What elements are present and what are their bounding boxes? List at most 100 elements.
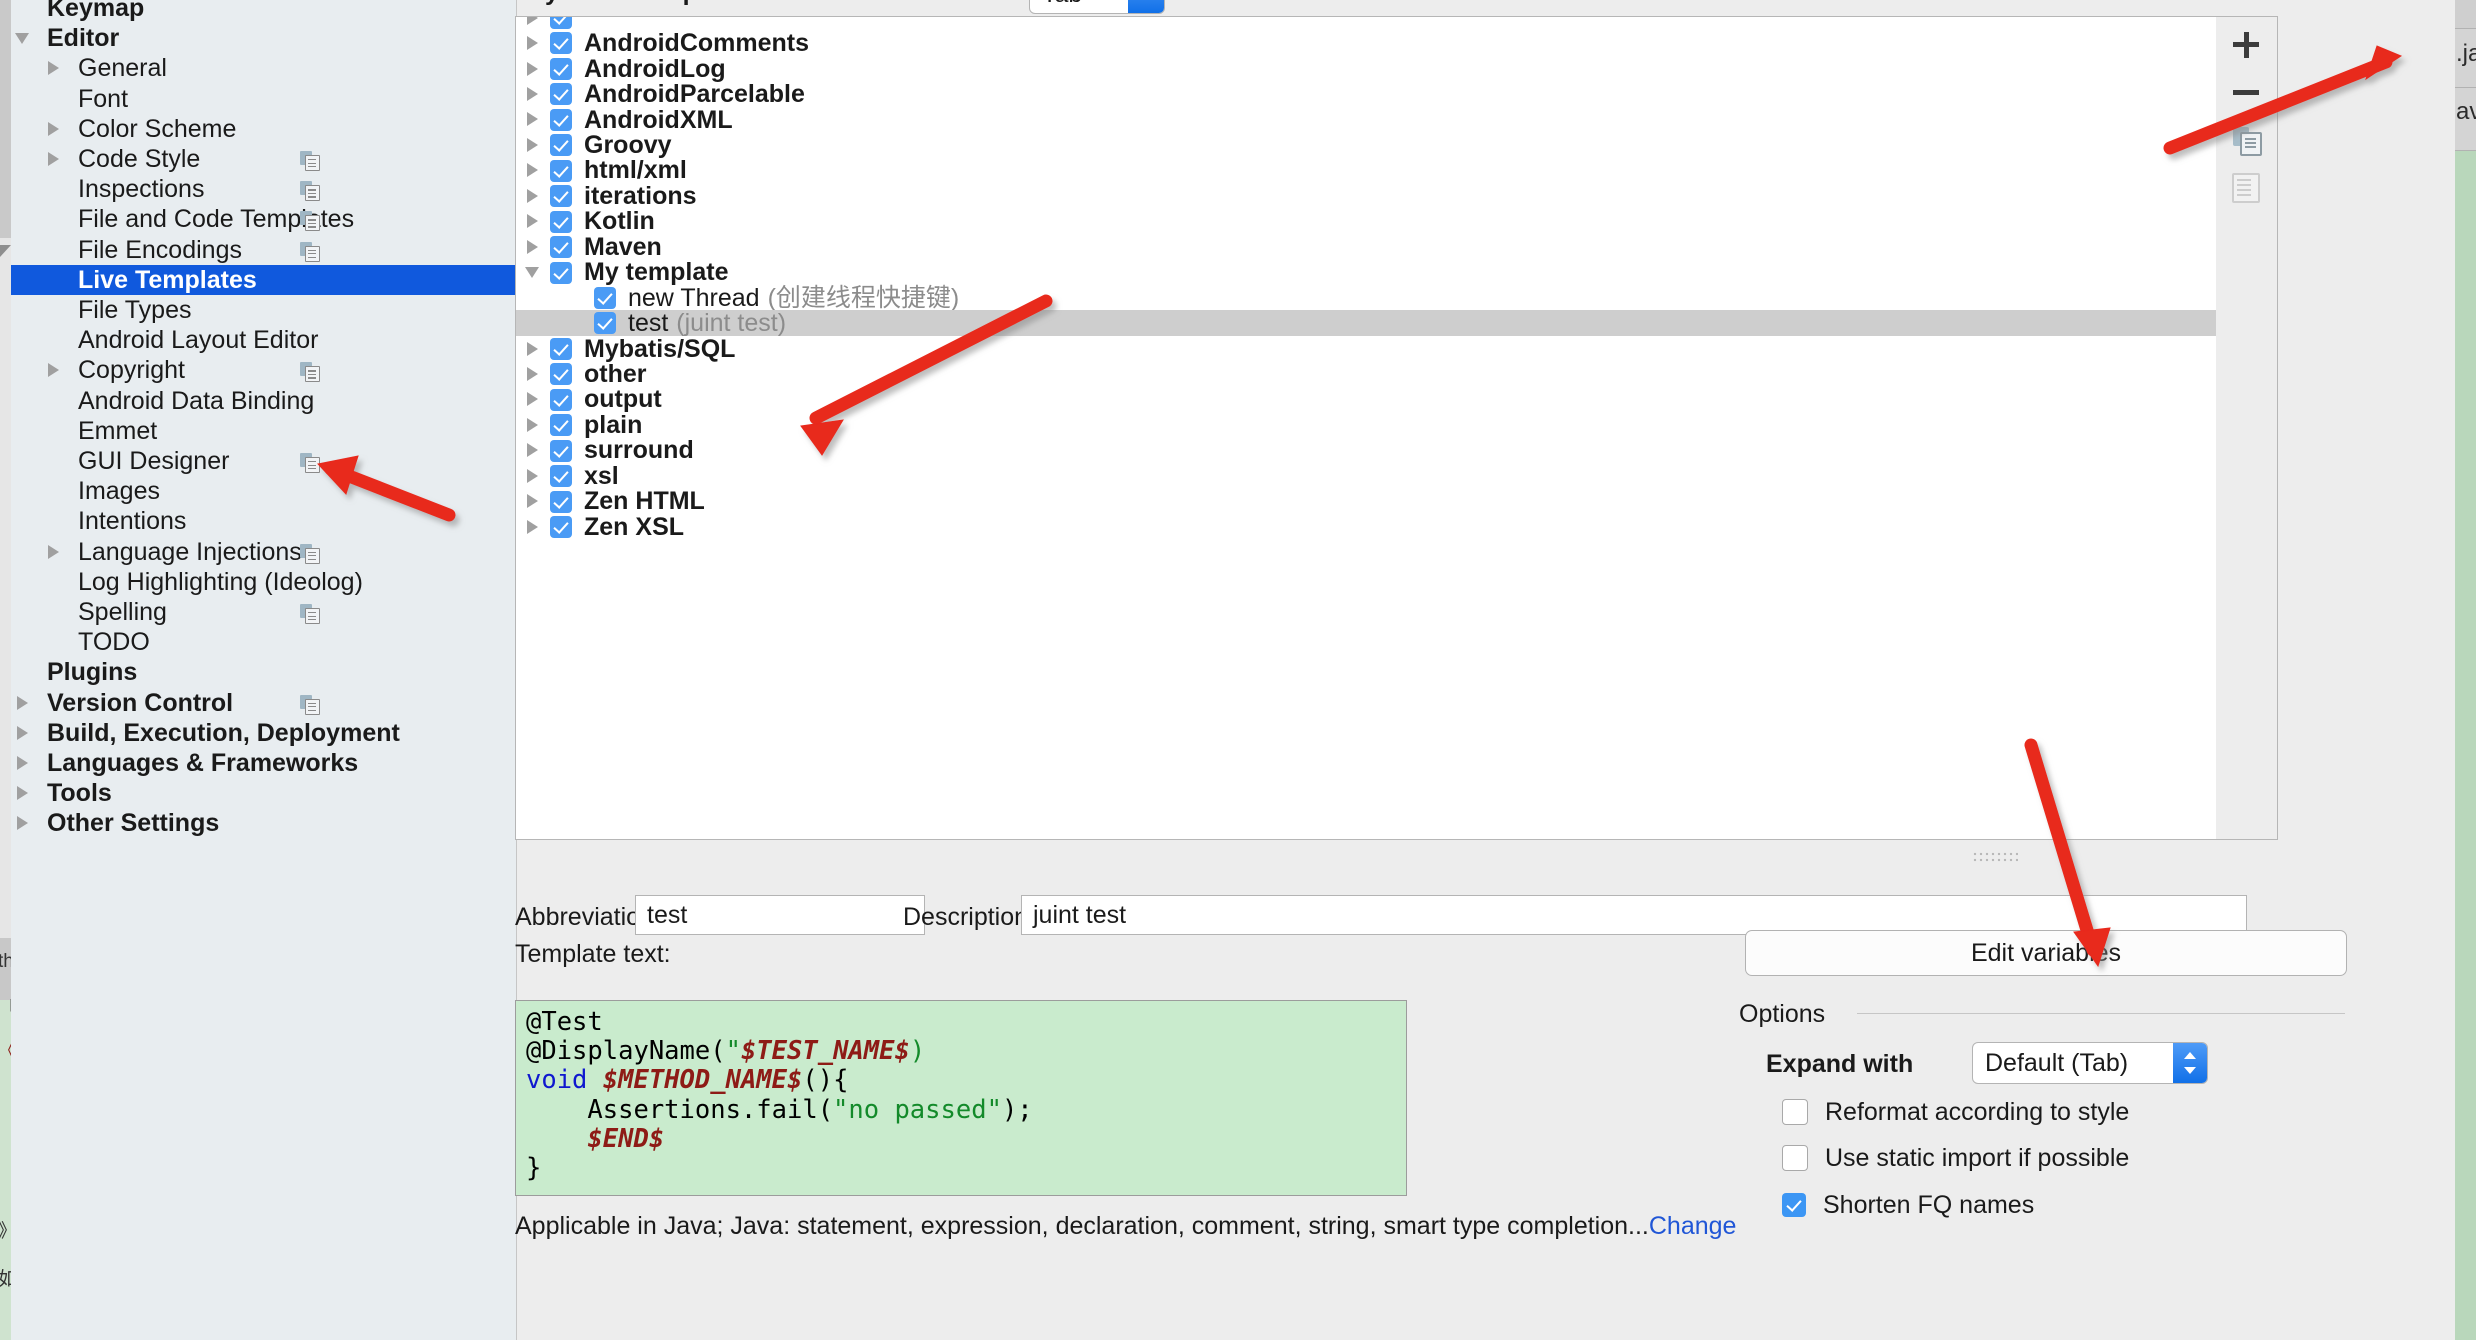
chevron-right-icon[interactable] (520, 183, 544, 208)
option-reformat-according-to-style[interactable]: Reformat according to style (1782, 1096, 2129, 1128)
sidebar-item-inspections[interactable]: Inspections (11, 174, 516, 204)
sidebar-item-file-and-code-templates[interactable]: File and Code Templates (11, 204, 516, 234)
chevron-right-icon[interactable] (520, 107, 544, 132)
template-checkbox[interactable] (550, 17, 572, 29)
tree-row-html-xml[interactable]: html/xml (516, 157, 2216, 183)
template-checkbox[interactable] (594, 312, 616, 335)
chevron-right-icon[interactable] (520, 387, 544, 412)
tree-row-test[interactable]: test (juint test) (516, 310, 2216, 336)
sidebar-item-font[interactable]: Font (11, 84, 516, 114)
copy-icon[interactable] (300, 241, 320, 262)
change-context-link[interactable]: Change (1649, 1212, 1737, 1240)
template-group-tree[interactable]: AndroidComments AndroidLog AndroidParcelab… (515, 16, 2217, 840)
chevron-right-icon[interactable] (520, 31, 544, 56)
chevron-right-icon[interactable] (11, 748, 33, 778)
chevron-right-icon[interactable] (11, 718, 33, 748)
stepper-icon[interactable] (2173, 1043, 2207, 1083)
copy-icon[interactable] (300, 694, 320, 715)
sidebar-item-images[interactable]: Images (11, 476, 516, 506)
sidebar-item-other-settings[interactable]: Other Settings (11, 808, 516, 838)
template-checkbox[interactable] (550, 236, 572, 259)
template-text-editor[interactable]: @Test @DisplayName("$TEST_NAME$) void $M… (515, 1000, 1407, 1196)
copy-icon[interactable] (300, 453, 320, 473)
chevron-down-icon[interactable] (1128, 0, 1164, 13)
sidebar-item-spelling[interactable]: Spelling (11, 597, 516, 627)
copy-icon[interactable] (300, 362, 320, 383)
duplicate-template-button[interactable] (2226, 120, 2266, 160)
chevron-down-icon[interactable] (520, 260, 544, 285)
sidebar-item-build-execution-deployment[interactable]: Build, Execution, Deployment (11, 718, 516, 748)
template-checkbox[interactable] (550, 210, 572, 233)
chevron-right-icon[interactable] (11, 688, 33, 718)
tree-row-iterations[interactable]: iterations (516, 183, 2216, 209)
chevron-right-icon[interactable] (520, 209, 544, 234)
tree-row-output[interactable]: output (516, 386, 2216, 412)
tree-row-maven[interactable]: Maven (516, 234, 2216, 260)
sidebar-item-emmet[interactable]: Emmet (11, 416, 516, 446)
tree-row-surround[interactable]: surround (516, 437, 2216, 463)
chevron-right-icon[interactable] (42, 114, 64, 144)
panel-splitter-handle[interactable] (1972, 851, 2018, 863)
settings-category-tree[interactable]: Keymap Editor General Font Color Scheme Code … (11, 0, 517, 1340)
sidebar-item-android-data-binding[interactable]: Android Data Binding (11, 386, 516, 416)
chevron-right-icon[interactable] (42, 53, 64, 83)
sidebar-item-plugins[interactable]: Plugins (11, 657, 516, 687)
template-checkbox[interactable] (594, 286, 616, 309)
abbreviation-input[interactable]: test (635, 895, 925, 935)
option-checkbox[interactable] (1782, 1193, 1806, 1217)
template-checkbox[interactable] (550, 516, 572, 538)
sidebar-item-log-highlighting-ideolog[interactable]: Log Highlighting (Ideolog) (11, 567, 516, 597)
copy-icon[interactable] (300, 543, 320, 564)
chevron-right-icon[interactable] (520, 514, 544, 539)
template-checkbox[interactable] (550, 388, 572, 411)
sidebar-item-color-scheme[interactable]: Color Scheme (11, 114, 516, 144)
template-checkbox[interactable] (550, 134, 572, 157)
sidebar-item-gui-designer[interactable]: GUI Designer (11, 446, 516, 476)
tree-row-kotlin[interactable]: Kotlin (516, 208, 2216, 234)
tree-row-other[interactable]: other (516, 361, 2216, 387)
template-checkbox[interactable] (550, 363, 572, 386)
tree-row-plain[interactable]: plain (516, 412, 2216, 438)
chevron-right-icon[interactable] (520, 132, 544, 157)
copy-icon[interactable] (300, 604, 320, 624)
sidebar-item-editor[interactable]: Editor (11, 23, 516, 53)
sidebar-item-languages-frameworks[interactable]: Languages & Frameworks (11, 748, 516, 778)
sidebar-item-intentions[interactable]: Intentions (11, 506, 516, 536)
option-use-static-import-if-possible[interactable]: Use static import if possible (1782, 1142, 2129, 1174)
chevron-right-icon[interactable] (42, 144, 64, 174)
copy-icon[interactable] (300, 181, 320, 202)
chevron-right-icon[interactable] (42, 355, 64, 385)
option-checkbox[interactable] (1782, 1145, 1808, 1171)
chevron-right-icon[interactable] (520, 82, 544, 107)
copy-icon[interactable] (300, 211, 320, 232)
remove-template-button[interactable] (2226, 72, 2266, 112)
chevron-right-icon[interactable] (520, 234, 544, 259)
default-expand-with-select[interactable]: Tab (1029, 0, 1165, 14)
template-checkbox[interactable] (550, 83, 572, 106)
tree-row-zen-xsl[interactable]: Zen XSL (516, 514, 2216, 540)
chevron-right-icon[interactable] (520, 463, 544, 488)
description-input[interactable]: juint test (1021, 895, 2247, 935)
sidebar-item-keymap[interactable]: Keymap (11, 0, 516, 23)
option-checkbox[interactable] (1782, 1099, 1808, 1125)
chevron-right-icon[interactable] (11, 808, 33, 838)
sidebar-item-language-injections[interactable]: Language Injections (11, 537, 516, 567)
template-checkbox[interactable] (550, 439, 572, 462)
chevron-right-icon[interactable] (520, 361, 544, 386)
chevron-right-icon[interactable] (42, 537, 64, 567)
tree-row-androidcomments[interactable]: AndroidComments (516, 30, 2216, 56)
tree-row-zen-html[interactable]: Zen HTML (516, 488, 2216, 514)
chevron-right-icon[interactable] (520, 158, 544, 183)
chevron-right-icon[interactable] (520, 438, 544, 463)
chevron-right-icon[interactable] (520, 412, 544, 437)
template-checkbox[interactable] (550, 490, 572, 513)
tree-row-xsl[interactable]: xsl (516, 463, 2216, 489)
template-checkbox[interactable] (550, 32, 572, 55)
sidebar-item-code-style[interactable]: Code Style (11, 144, 516, 174)
template-checkbox[interactable] (550, 465, 572, 488)
template-checkbox[interactable] (550, 337, 572, 360)
template-checkbox[interactable] (550, 185, 572, 208)
sidebar-item-version-control[interactable]: Version Control (11, 688, 516, 718)
expand-with-select[interactable]: Default (Tab) (1972, 1042, 2208, 1084)
tree-row-androidlog[interactable]: AndroidLog (516, 56, 2216, 82)
